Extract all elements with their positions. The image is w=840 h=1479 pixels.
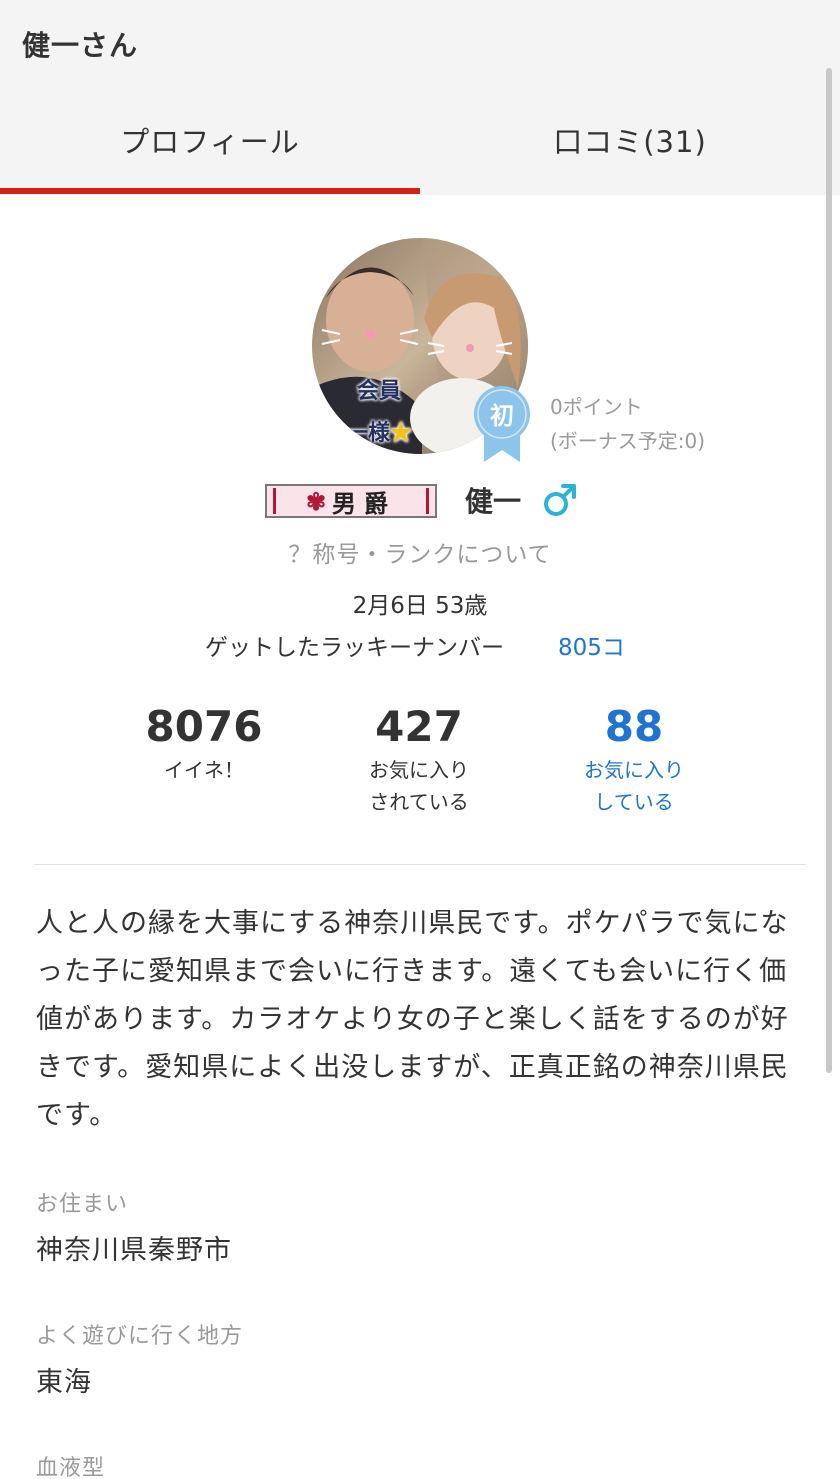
bonus-points: (ボーナス予定:0)	[550, 429, 706, 453]
divider	[34, 864, 806, 865]
rank-about-link[interactable]: ？称号・ランクについて	[0, 535, 840, 569]
favoriting-count[interactable]: 88	[544, 700, 724, 754]
rank-emblem-icon: ✾	[305, 486, 327, 516]
scrollbar[interactable]	[826, 68, 832, 1073]
avatar-caption-line1: 会員	[356, 378, 401, 404]
avatar-caption: 会員 一様★	[334, 370, 424, 454]
avatar-caption-line2: 一様★	[334, 412, 424, 454]
likes-count: 8076	[145, 702, 263, 751]
lucky-number-value[interactable]: 805コ	[558, 628, 625, 662]
likes-label: イイネ！	[164, 758, 244, 782]
bio-text: 人と人の縁を大事にする神奈川県民です。ポケパラで気になった子に愛知県まで会いに行…	[36, 908, 789, 1131]
username: 健一	[465, 485, 522, 518]
tab-reviews[interactable]: 口コミ(31)	[420, 90, 840, 190]
rank-badge-bar-right	[426, 488, 429, 514]
favoriting-label-line2[interactable]: している	[544, 786, 724, 818]
field-label-residence: お住まい	[36, 1192, 129, 1217]
points-info: 0ポイント (ボーナス予定:0)	[550, 390, 705, 458]
stat-likes: 8076 イイネ！	[114, 700, 294, 786]
birthday-age: 2月6日 53歳	[352, 593, 488, 619]
field-value-region: 東海	[36, 1367, 92, 1398]
rank-badge-bar-left	[273, 488, 276, 514]
favoriting-label-line1[interactable]: お気に入り	[544, 754, 724, 786]
stat-favorited: 427 お気に入り されている	[329, 700, 509, 818]
first-badge-label: 初	[490, 402, 514, 430]
male-icon	[542, 480, 578, 520]
active-tab-indicator	[0, 188, 420, 194]
rank-badge: ✾ 男爵	[265, 484, 437, 518]
field-value-residence: 神奈川県秦野市	[36, 1235, 232, 1266]
avatar-caption-line2-text: 一様	[345, 420, 390, 446]
favorited-label-line1: お気に入り	[369, 758, 469, 782]
page-title: 健一さん	[22, 29, 139, 62]
star-icon: ★	[390, 420, 413, 446]
lucky-number-label: ゲットしたラッキーナンバー	[205, 635, 504, 661]
first-badge: 初	[470, 384, 534, 464]
field-label-blood-type: 血液型	[36, 1456, 106, 1479]
header-bar: 健一さん プロフィール 口コミ(31)	[0, 0, 840, 195]
favorited-count: 427	[375, 702, 463, 751]
rank-title: 男爵	[332, 488, 397, 518]
stat-favoriting[interactable]: 88 お気に入り している	[544, 700, 724, 818]
tab-profile[interactable]: プロフィール	[0, 90, 420, 190]
field-label-region: よく遊びに行く地方	[36, 1324, 244, 1349]
points-value: 0ポイント	[550, 395, 643, 419]
favorited-label-line2: されている	[369, 790, 469, 814]
